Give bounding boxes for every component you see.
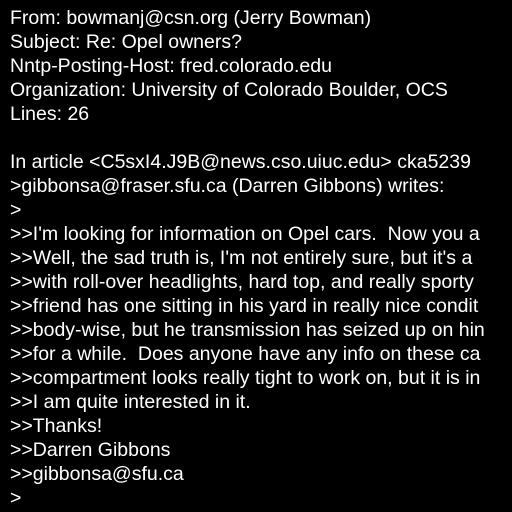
- quoted-line: >: [10, 487, 22, 509]
- message-view: From: bowmanj@csn.org (Jerry Bowman) Sub…: [0, 0, 512, 512]
- header-organization: Organization: University of Colorado Bou…: [10, 79, 448, 101]
- quoted-line: >>Well, the sad truth is, I'm not entire…: [10, 247, 473, 269]
- quoted-line: >>with roll-over headlights, hard top, a…: [10, 271, 474, 293]
- header-subject: Subject: Re: Opel owners?: [10, 31, 242, 53]
- quoted-line: >>Thanks!: [10, 415, 103, 437]
- quoted-line: >: [10, 199, 22, 221]
- quoted-line: >>compartment looks really tight to work…: [10, 367, 481, 389]
- header-lines: Lines: 26: [10, 103, 90, 125]
- quoted-line: >>for a while. Does anyone have any info…: [10, 343, 481, 365]
- header-from: From: bowmanj@csn.org (Jerry Bowman): [10, 7, 372, 29]
- quoted-line: >gibbonsa@fraser.sfu.ca (Darren Gibbons)…: [10, 175, 445, 197]
- quoted-line: >>Darren Gibbons: [10, 439, 171, 461]
- header-posting-host: Nntp-Posting-Host: fred.colorado.edu: [10, 55, 332, 77]
- quoted-line: >>gibbonsa@sfu.ca: [10, 463, 184, 485]
- quoted-line: >>I'm looking for information on Opel ca…: [10, 223, 480, 245]
- quoted-line: >>I am quite interested in it.: [10, 391, 251, 413]
- attribution-line: In article <C5sxI4.J9B@news.cso.uiuc.edu…: [10, 151, 471, 173]
- quoted-line: >>body-wise, but he transmission has sei…: [10, 319, 485, 341]
- quoted-line: >>friend has one sitting in his yard in …: [10, 295, 479, 317]
